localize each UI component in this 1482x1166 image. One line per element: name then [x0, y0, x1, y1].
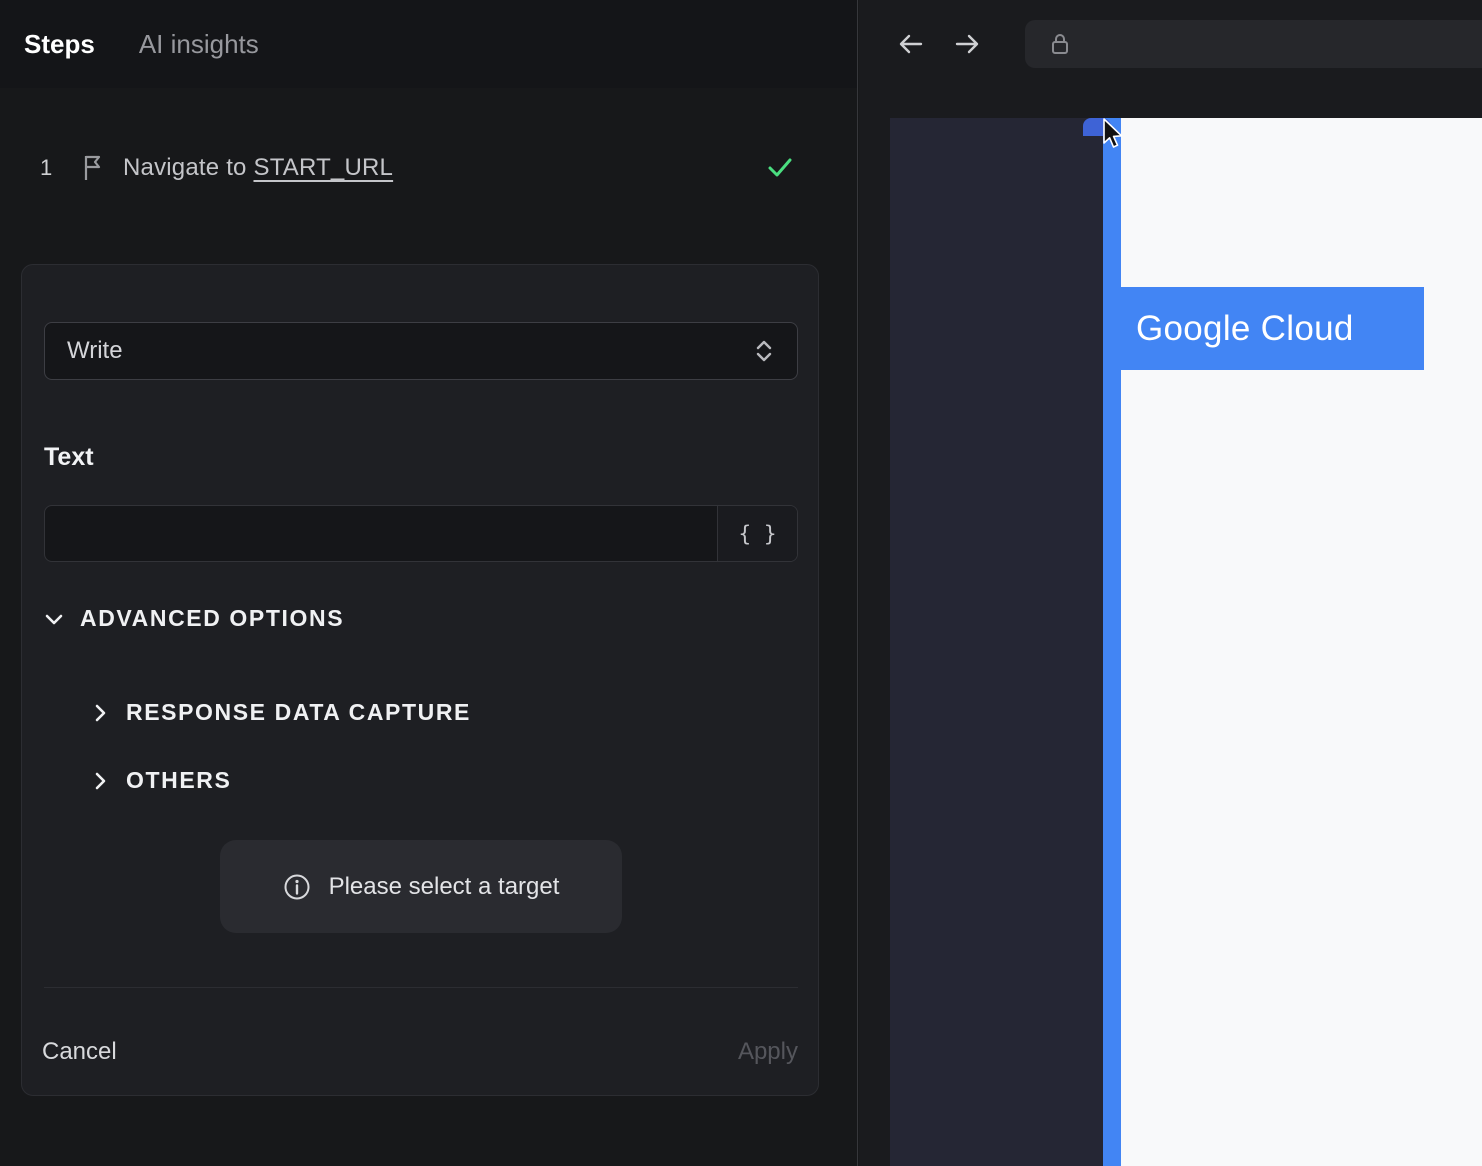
- page-dark-region: [890, 118, 1103, 1166]
- advanced-options-toggle[interactable]: ADVANCED OPTIONS: [42, 605, 344, 632]
- forward-arrow-icon[interactable]: [951, 28, 983, 60]
- start-url-link[interactable]: START_URL: [253, 154, 393, 181]
- chevron-right-icon: [88, 701, 112, 725]
- others-toggle[interactable]: OTHERS: [88, 767, 231, 794]
- flag-icon: [82, 154, 106, 182]
- lock-icon: [1049, 31, 1071, 57]
- url-bar[interactable]: [1025, 20, 1482, 68]
- response-data-capture-label: RESPONSE DATA CAPTURE: [126, 699, 471, 725]
- unfold-chevrons-icon: [753, 338, 775, 364]
- action-select-value: Write: [67, 337, 123, 364]
- chevron-right-icon: [88, 769, 112, 793]
- info-icon: [283, 873, 311, 901]
- element-highlight-strip: [1103, 118, 1121, 1166]
- variable-insert-button[interactable]: { }: [717, 506, 797, 561]
- advanced-options-label: ADVANCED OPTIONS: [80, 605, 345, 631]
- notice-text: Please select a target: [328, 872, 560, 900]
- editor-footer: Cancel Apply: [22, 1007, 818, 1097]
- check-icon: [765, 152, 795, 182]
- step-number: 1: [40, 155, 53, 180]
- step-row[interactable]: 1 Navigate to START_URL: [0, 140, 857, 196]
- action-select[interactable]: Write: [44, 322, 798, 380]
- cancel-button[interactable]: Cancel: [42, 1038, 117, 1066]
- chevron-down-icon: [42, 607, 66, 631]
- step-editor-card: Write Text { } ADVANCED OPTIONS RESPONSE…: [21, 264, 819, 1096]
- page-light-region: [1121, 118, 1482, 1166]
- others-label: OTHERS: [126, 767, 232, 793]
- panel-tabbar: Steps AI insights: [0, 0, 857, 88]
- tab-steps[interactable]: Steps: [24, 29, 95, 60]
- browser-pane: Google Cloud: [859, 0, 1482, 1166]
- app-window: Steps AI insights 1 Navigate to START_UR…: [0, 0, 1482, 1166]
- step-title: Navigate to START_URL: [123, 154, 394, 181]
- select-target-notice: Please select a target: [220, 840, 622, 933]
- cursor-arrow-icon: [1100, 118, 1130, 152]
- response-data-capture-toggle[interactable]: RESPONSE DATA CAPTURE: [88, 699, 471, 726]
- browser-viewport[interactable]: Google Cloud: [890, 118, 1482, 1166]
- footer-divider: [44, 987, 798, 988]
- tab-ai-insights[interactable]: AI insights: [139, 29, 259, 60]
- steps-panel: Steps AI insights 1 Navigate to START_UR…: [0, 0, 858, 1166]
- highlighted-element[interactable]: Google Cloud: [1103, 287, 1424, 370]
- browser-chrome: [859, 0, 1482, 118]
- text-input[interactable]: [45, 506, 717, 561]
- text-input-group: { }: [44, 505, 798, 562]
- apply-button[interactable]: Apply: [738, 1038, 798, 1066]
- back-arrow-icon[interactable]: [895, 28, 927, 60]
- text-field-label: Text: [44, 443, 94, 471]
